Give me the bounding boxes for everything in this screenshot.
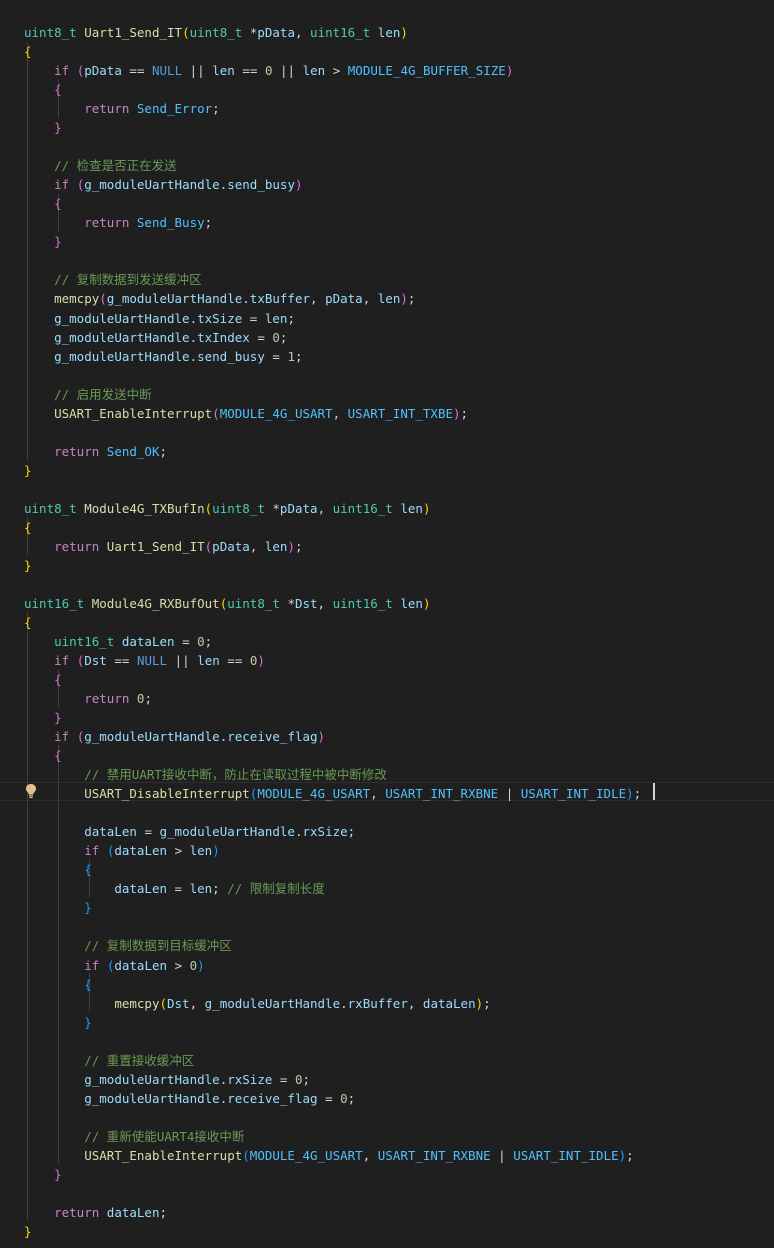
code-line: { [54,82,62,98]
code-line: uint8_t Module4G_TXBufIn(uint8_t *pData,… [24,500,431,516]
code-line: { [84,976,92,992]
code-line: // 禁用UART接收中断，防止在读取过程中被中断修改 [84,767,387,783]
code-line: } [24,557,32,573]
code-line: // 重置接收缓冲区 [84,1052,195,1068]
code-line: dataLen = len; // 限制复制长度 [114,881,325,897]
code-line: return Uart1_Send_IT(pData, len); [54,538,303,554]
code-line: } [84,900,92,916]
code-line: { [24,614,32,630]
code-line: uint16_t dataLen = 0; [54,634,213,649]
text-cursor [653,783,655,800]
code-line: uint8_t Uart1_Send_IT(uint8_t *pData, ui… [24,25,408,40]
code-line: g_moduleUartHandle.receive_flag = 0; [84,1090,356,1106]
code-line: if (g_moduleUartHandle.send_busy) [54,177,303,193]
code-line: { [54,748,62,764]
code-line: uint16_t Module4G_RXBufOut(uint8_t *Dst,… [24,595,431,611]
code-line: // 启用发送中断 [54,386,152,402]
code-line: } [24,462,32,478]
code-line: { [54,672,62,687]
code-line: } [54,710,62,726]
code-line: dataLen = g_moduleUartHandle.rxSize; [84,824,356,840]
code-line: g_moduleUartHandle.txIndex = 0; [54,329,288,345]
code-line: g_moduleUartHandle.txSize = len; [54,310,295,326]
code-line: return Send_OK; [54,443,168,459]
code-line: // 重新使能UART4接收中断 [84,1128,245,1144]
code-line: { [24,519,32,535]
code-line: return dataLen; [54,1204,168,1220]
code-editor[interactable]: uint8_t Uart1_Send_IT(uint8_t *pData, ui… [0,0,774,1248]
code-line: USART_EnableInterrupt(MODULE_4G_USART, U… [84,1147,634,1163]
code-line: // 复制数据到目标缓冲区 [84,938,232,954]
code-line: } [84,1014,92,1030]
code-line: // 复制数据到发送缓冲区 [54,272,202,288]
code-line: return Send_Busy; [84,215,213,231]
code-line: if (g_moduleUartHandle.receive_flag) [54,729,326,745]
top-edge [0,0,774,4]
code-line: { [24,44,32,59]
code-line: } [54,234,62,250]
code-line: USART_EnableInterrupt(MODULE_4G_USART, U… [54,405,469,421]
code-line: return Send_Error; [84,101,220,117]
code-line: if (Dst == NULL || len == 0) [54,653,265,668]
code-line: if (pData == NULL || len == 0 || len > M… [54,63,514,79]
code-line: { [84,862,92,878]
code-line: if (dataLen > 0) [84,957,205,973]
code-line: } [54,120,62,136]
code-line: g_moduleUartHandle.rxSize = 0; [84,1071,311,1087]
code-line: // 检查是否正在发送 [54,158,177,174]
code-line: g_moduleUartHandle.send_busy = 1; [54,348,303,364]
code-line: } [54,1166,62,1182]
code-line: { [54,196,62,212]
code-line: memcpy(Dst, g_moduleUartHandle.rxBuffer,… [114,995,491,1011]
code-line: USART_DisableInterrupt(MODULE_4G_USART, … [84,786,642,802]
code-line: memcpy(g_moduleUartHandle.txBuffer, pDat… [54,291,416,307]
code-line: if (dataLen > len) [84,843,220,859]
code-line: } [24,1223,32,1239]
code-line: return 0; [84,691,152,707]
